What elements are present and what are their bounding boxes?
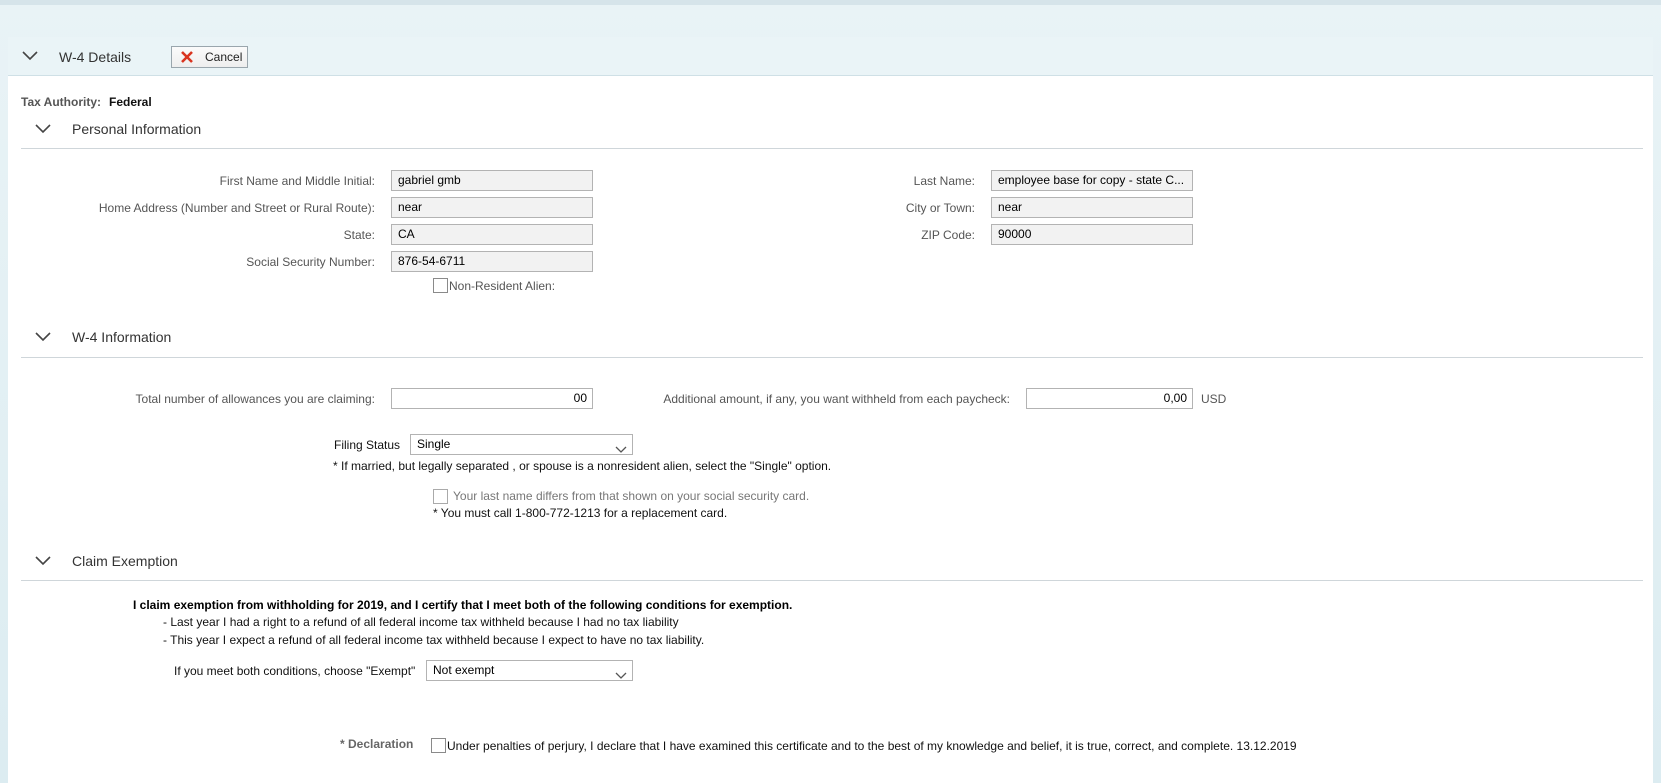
filing-status-select[interactable]: Single [410, 434, 633, 455]
tax-authority: Tax Authority: Federal [21, 95, 152, 109]
last-name-differs-checkbox[interactable] [433, 489, 448, 504]
zip-field[interactable]: 90000 [991, 224, 1193, 245]
divider [21, 148, 1643, 149]
filing-status-label: Filing Status [334, 438, 401, 452]
allowances-field[interactable]: 00 [391, 388, 593, 409]
top-strip [0, 0, 1661, 5]
last-name-label: Last Name: [913, 174, 975, 188]
filing-status-value: Single [417, 437, 451, 451]
address-label: Home Address (Number and Street or Rural… [98, 201, 375, 215]
call-note: * You must call 1-800-772-1213 for a rep… [433, 506, 728, 520]
chevron-down-icon [615, 667, 627, 686]
additional-amount-label: Additional amount, if any, you want with… [663, 392, 1010, 406]
condition-2: - This year I expect a refund of all fed… [163, 633, 705, 647]
ssn-label: Social Security Number: [246, 255, 375, 269]
tax-authority-label: Tax Authority: [21, 95, 101, 109]
currency-label: USD [1201, 392, 1227, 406]
cancel-button[interactable]: Cancel [171, 46, 248, 68]
claim-exemption-text: I claim exemption from withholding for 2… [133, 598, 793, 612]
close-icon [180, 50, 194, 70]
collapse-exemption-icon[interactable] [35, 556, 53, 568]
address-field[interactable]: near [391, 197, 593, 218]
collapse-w4-details-icon[interactable] [22, 51, 40, 63]
exempt-select-value: Not exempt [433, 663, 495, 677]
exempt-choice-label: If you meet both conditions, choose "Exe… [174, 664, 416, 678]
section-title-w4: W-4 Information [72, 329, 172, 345]
divider [21, 580, 1643, 581]
last-name-field[interactable]: employee base for copy - state C... [991, 170, 1193, 191]
section-title-personal: Personal Information [72, 121, 202, 137]
first-name-label: First Name and Middle Initial: [219, 174, 375, 188]
declaration-checkbox[interactable] [431, 738, 446, 753]
condition-1: - Last year I had a right to a refund of… [163, 615, 679, 629]
allowances-label: Total number of allowances you are claim… [135, 392, 375, 406]
city-field[interactable]: near [991, 197, 1193, 218]
non-resident-alien-label: Non-Resident Alien: [449, 279, 556, 293]
tax-authority-value: Federal [109, 95, 152, 109]
panel-header [8, 37, 1653, 76]
collapse-personal-icon[interactable] [35, 124, 53, 136]
first-name-field[interactable]: gabriel gmb [391, 170, 593, 191]
divider [21, 357, 1643, 358]
declaration-text: Under penalties of perjury, I declare th… [447, 739, 1297, 753]
chevron-down-icon [615, 441, 627, 460]
city-label: City or Town: [905, 201, 975, 215]
state-label: State: [343, 228, 375, 242]
state-field[interactable]: CA [391, 224, 593, 245]
page-title: W-4 Details [59, 49, 132, 65]
zip-label: ZIP Code: [921, 228, 975, 242]
exempt-select[interactable]: Not exempt [426, 660, 633, 681]
additional-amount-field[interactable]: 0,00 [1026, 388, 1193, 409]
ssn-field[interactable]: 876-54-6711 [391, 251, 593, 272]
section-title-exemption: Claim Exemption [72, 553, 178, 569]
cancel-label: Cancel [205, 50, 243, 64]
collapse-w4-info-icon[interactable] [35, 332, 53, 344]
last-name-differs-label: Your last name differs from that shown o… [453, 489, 810, 503]
filing-status-note: * If married, but legally separated , or… [333, 459, 832, 473]
declaration-label: * Declaration [340, 737, 414, 751]
non-resident-alien-checkbox[interactable] [433, 278, 448, 293]
